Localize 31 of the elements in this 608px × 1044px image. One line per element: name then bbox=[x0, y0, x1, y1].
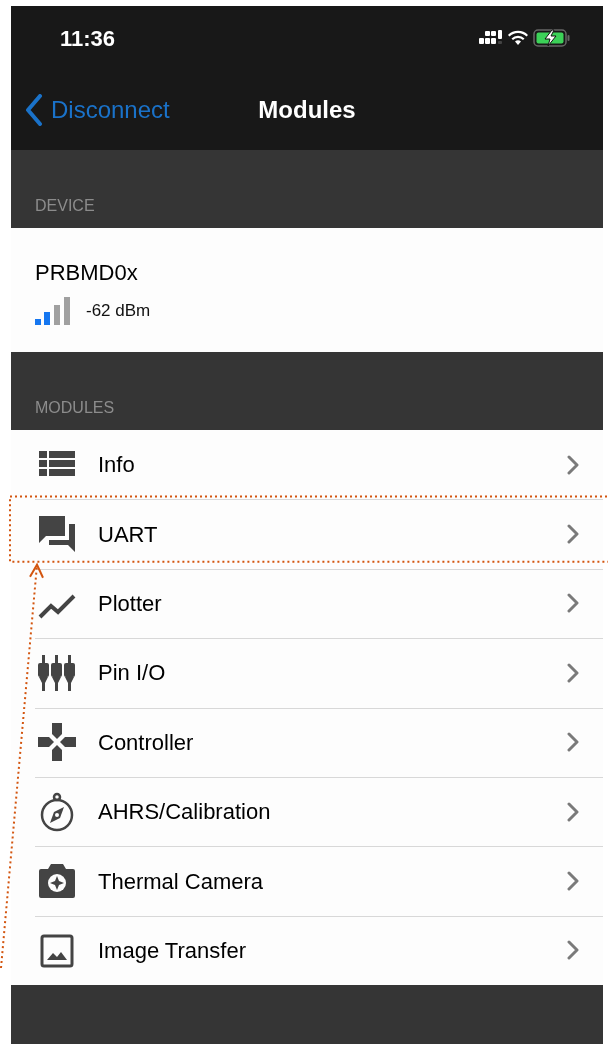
module-row[interactable]: Info bbox=[11, 430, 603, 500]
module-row[interactable]: Thermal Camera bbox=[11, 846, 603, 916]
chevron-icon bbox=[567, 940, 579, 961]
module-row[interactable]: Plotter bbox=[11, 568, 603, 639]
module-row[interactable]: UART bbox=[11, 499, 603, 569]
chevron-icon bbox=[567, 871, 579, 892]
chevron-icon bbox=[567, 732, 579, 753]
chevron-icon bbox=[567, 662, 579, 683]
module-row[interactable]: AHRS/Calibration bbox=[11, 776, 603, 847]
chevron-icon bbox=[567, 454, 579, 475]
connector-pins-icon bbox=[37, 652, 77, 693]
back-chevron-icon bbox=[25, 94, 43, 126]
gamepad-icon bbox=[37, 722, 77, 763]
chevron-icon bbox=[567, 524, 579, 545]
signal-reading: -62 dBm bbox=[86, 300, 151, 323]
section-header: MODULES bbox=[35, 398, 115, 418]
module-row[interactable]: Controller bbox=[11, 707, 603, 777]
status-time: 11:36 bbox=[60, 24, 116, 53]
wifi-icon bbox=[507, 30, 529, 46]
module-row[interactable]: Pin I/O bbox=[11, 638, 603, 708]
section-header: DEVICE bbox=[35, 196, 95, 216]
back-button[interactable]: Disconnect bbox=[25, 92, 170, 128]
nav-title: Modules bbox=[258, 95, 356, 125]
signal-strength-icon bbox=[35, 297, 70, 325]
battery-charging-icon bbox=[533, 28, 571, 48]
cellular-signal-icon bbox=[479, 30, 503, 46]
module-row[interactable]: Image Transfer bbox=[11, 915, 603, 986]
device-cell[interactable]: PRBMD0x -62 dBm bbox=[11, 228, 603, 352]
device-name: PRBMD0x bbox=[35, 259, 139, 287]
chevron-icon bbox=[567, 593, 579, 614]
chevron-icon bbox=[567, 801, 579, 822]
